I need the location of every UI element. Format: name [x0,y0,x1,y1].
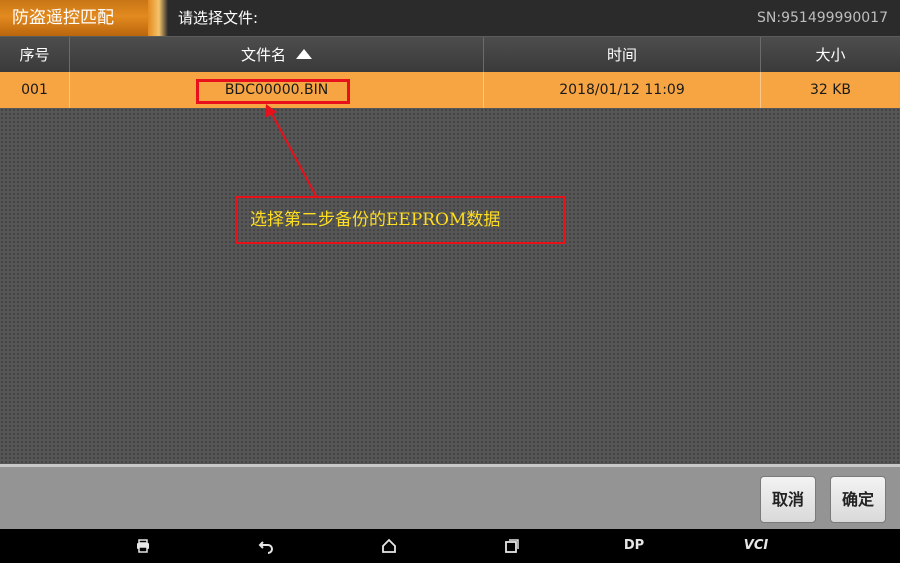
column-header-filename-label: 文件名 [240,46,286,64]
column-header-size[interactable]: 大小 [761,37,900,73]
column-header-size-label: 大小 [815,46,846,64]
dp-button[interactable]: DP [614,529,654,563]
filename-highlight-box [196,79,350,104]
home-icon[interactable] [369,529,409,563]
table-row[interactable]: 001 BDC00000.BIN 2018/01/12 11:09 32 KB [0,72,900,108]
table-header: 序号 文件名 时间 大小 [0,36,900,73]
top-bar: 防盗遥控匹配 请选择文件: SN:951499990017 [0,0,900,36]
row-size: 32 KB [809,82,852,98]
app-title: 防盗遥控匹配 [0,0,168,36]
print-icon[interactable] [123,529,163,563]
recent-apps-icon[interactable] [492,529,532,563]
row-time: 2018/01/12 11:09 [484,72,761,108]
column-header-time[interactable]: 时间 [484,37,761,73]
select-file-prompt: 请选择文件: [178,9,259,27]
row-index: 001 [0,72,70,108]
file-list-area [0,108,900,464]
column-header-time-label: 时间 [606,46,637,64]
sort-ascending-icon [296,49,312,59]
column-header-filename[interactable]: 文件名 [70,37,484,73]
cancel-button[interactable]: 取消 [760,476,816,523]
confirm-button[interactable]: 确定 [830,476,886,523]
app-title-accent [148,0,168,36]
back-icon[interactable] [246,529,286,563]
column-header-index-label: 序号 [19,46,50,64]
serial-number: SN:951499990017 [757,10,888,26]
action-bar: 取消 确定 [0,464,900,529]
system-nav-bar: DP VCI [0,529,900,563]
annotation-callout: 选择第二步备份的EEPROM数据 [236,196,566,244]
vci-button[interactable]: VCI [736,529,776,563]
column-header-index[interactable]: 序号 [0,37,70,73]
